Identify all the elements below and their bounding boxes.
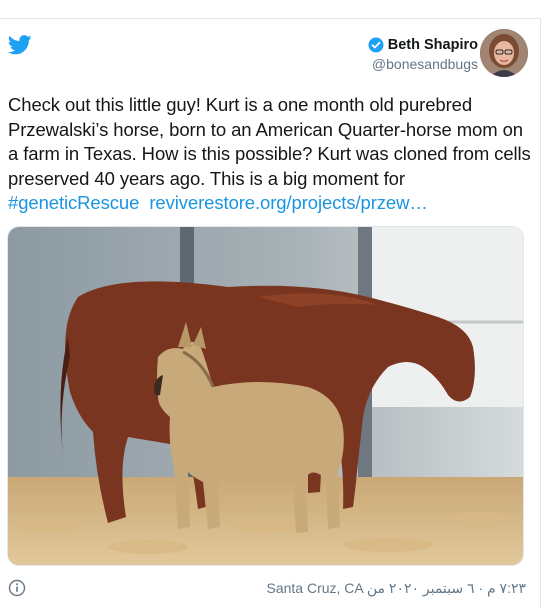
tweet-text: Check out this little guy! Kurt is a one… bbox=[8, 93, 533, 216]
author-handle[interactable]: @bonesandbugs bbox=[368, 56, 478, 72]
tweet-location[interactable]: Santa Cruz, CA bbox=[266, 580, 363, 596]
author-name[interactable]: Beth Shapiro bbox=[388, 37, 478, 53]
verified-badge-icon bbox=[368, 37, 384, 53]
avatar[interactable] bbox=[480, 29, 528, 77]
tweet-meta: Santa Cruz, CA ٧:٢٣ م · ٦ سبتمبر ٢٠٢٠ من bbox=[266, 580, 526, 597]
twitter-bird-icon[interactable] bbox=[8, 35, 32, 55]
tweet-author[interactable]: Beth Shapiro @bonesandbugs bbox=[368, 37, 478, 72]
info-icon[interactable] bbox=[8, 579, 26, 597]
tweet-timestamp[interactable]: ٧:٢٣ م · ٦ سبتمبر ٢٠٢٠ من bbox=[367, 580, 526, 596]
tweet-footer: Santa Cruz, CA ٧:٢٣ م · ٦ سبتمبر ٢٠٢٠ من bbox=[8, 579, 526, 599]
tweet-card: Beth Shapiro @bonesandbugs Check out thi… bbox=[0, 18, 541, 609]
tweet-body: Check out this little guy! Kurt is a one… bbox=[8, 94, 531, 189]
url-link[interactable]: reviverestore.org/projects/przew… bbox=[149, 192, 428, 213]
horse-photo bbox=[8, 227, 523, 565]
tweet-photo[interactable] bbox=[7, 226, 524, 566]
hashtag-link[interactable]: #geneticRescue bbox=[8, 192, 139, 213]
